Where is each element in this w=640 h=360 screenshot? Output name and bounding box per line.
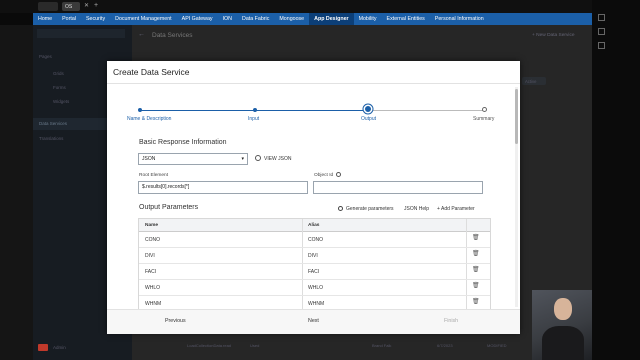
back-arrow-icon[interactable]: ← — [138, 31, 146, 39]
next-button[interactable]: Next — [308, 318, 319, 324]
status-badge: Active — [522, 77, 546, 85]
view-icon[interactable] — [255, 155, 261, 161]
grid-icon[interactable] — [598, 28, 605, 35]
settings-icon[interactable] — [598, 42, 605, 49]
delete-icon[interactable]: 🗑 — [472, 298, 480, 305]
nav-item-mobility[interactable]: Mobility — [354, 13, 382, 25]
table-row[interactable]: DIVI DIVI 🗑 — [139, 247, 490, 264]
info-icon[interactable] — [336, 172, 341, 177]
presenter-face — [554, 298, 572, 320]
object-id-label: Object Id — [314, 173, 334, 178]
nav-item-personal-information[interactable]: Personal Information — [430, 13, 489, 25]
step-dot-name[interactable] — [138, 108, 142, 112]
table-row[interactable]: LoadCollectionData.read Used Brand Falk … — [132, 338, 522, 352]
add-parameter-button[interactable]: + Add Parameter — [437, 206, 475, 212]
create-data-service-dialog: Create Data Service Name & Description I… — [107, 61, 520, 334]
nav-item-ion[interactable]: ION — [218, 13, 237, 25]
output-parameters-title: Output Parameters — [139, 204, 199, 211]
view-json-link[interactable]: VIEW JSON — [264, 156, 292, 162]
delete-icon[interactable]: 🗑 — [472, 234, 480, 241]
delete-icon[interactable]: 🗑 — [472, 266, 480, 273]
stepper-remaining-line — [371, 110, 484, 111]
column-header-alias[interactable]: Alias — [308, 223, 319, 228]
dialog-footer: Previous Next Finish — [107, 309, 520, 334]
presenter-body — [542, 326, 584, 360]
step-dot-output[interactable] — [365, 106, 371, 112]
sidebar-item-label: Widgets — [53, 99, 70, 104]
step-dot-summary[interactable] — [482, 107, 487, 112]
sidebar-item-label: Grids — [53, 71, 64, 76]
table-row[interactable]: WHLO WHLO 🗑 — [139, 279, 490, 296]
step-label-summary[interactable]: Summary — [473, 116, 494, 122]
root-element-label: Root Element — [139, 173, 169, 178]
nav-item-external-entities[interactable]: External Entities — [382, 13, 430, 25]
nav-item-mongoose[interactable]: Mongoose — [274, 13, 309, 25]
nav-item-api-gateway[interactable]: API Gateway — [177, 13, 218, 25]
format-select-value: JSON — [142, 156, 156, 162]
sidebar-item-label: Pages — [39, 54, 52, 59]
right-toolbar — [592, 0, 640, 360]
step-label-output[interactable]: Output — [361, 116, 376, 122]
sidebar-search[interactable] — [37, 29, 125, 38]
table-row[interactable]: FACI FACI 🗑 — [139, 263, 490, 280]
section-basic-title: Basic Response Information — [139, 139, 227, 146]
page-title: Data Services — [152, 32, 193, 39]
column-header-name[interactable]: Name — [145, 223, 158, 228]
table-row[interactable]: CONO CONO 🗑 — [139, 231, 490, 248]
sidebar-item-label: Data Services — [39, 121, 68, 126]
previous-button[interactable]: Previous — [165, 318, 186, 324]
object-id-input[interactable] — [313, 181, 483, 194]
chevron-down-icon: ▾ — [241, 156, 244, 162]
scrollbar-thumb[interactable] — [515, 89, 518, 144]
new-data-service-button[interactable]: + New Data Service — [532, 33, 575, 38]
step-dot-input[interactable] — [253, 108, 257, 112]
nav-item-home[interactable]: Home — [33, 13, 57, 25]
delete-icon[interactable]: 🗑 — [472, 250, 480, 257]
sidebar-item-label: Forms — [53, 85, 66, 90]
search-icon — [338, 206, 343, 211]
delete-icon[interactable]: 🗑 — [472, 282, 480, 289]
browser-tab-label: OS — [65, 3, 73, 10]
nav-item-data-fabric[interactable]: Data Fabric — [237, 13, 274, 25]
generate-parameters-button[interactable]: Generate parameters — [346, 206, 394, 212]
user-avatar[interactable] — [38, 344, 48, 351]
browser-tab-active[interactable]: OS — [62, 2, 80, 11]
sidebar-item-label: Translations — [39, 136, 64, 141]
panel-icon[interactable] — [598, 14, 605, 21]
root-element-input[interactable]: $.results[0].records[*] — [138, 181, 308, 194]
stepper-progress-line — [140, 110, 402, 111]
nav-item-app-designer[interactable]: App Designer — [309, 13, 354, 25]
dialog-scrollbar[interactable] — [515, 87, 518, 307]
finish-button[interactable]: Finish — [444, 318, 458, 324]
webcam-overlay — [532, 290, 592, 360]
nav-item-portal[interactable]: Portal — [57, 13, 81, 25]
json-help-link[interactable]: JSON Help — [404, 206, 429, 212]
step-label-name[interactable]: Name & Description — [127, 116, 171, 122]
close-tab-icon[interactable]: ✕ — [84, 3, 90, 9]
step-label-input[interactable]: Input — [248, 116, 259, 122]
sidebar-footer-label: Admin — [53, 345, 66, 350]
format-select[interactable]: JSON ▾ — [138, 153, 248, 165]
browser-tab[interactable] — [38, 2, 58, 11]
output-parameters-table: Name Alias CONO CONO 🗑 DIVI DIVI 🗑 FACI … — [138, 218, 491, 313]
dialog-header: Create Data Service — [107, 61, 520, 84]
nav-item-document-management[interactable]: Document Management — [110, 13, 177, 25]
dialog-title: Create Data Service — [113, 67, 190, 77]
new-tab-icon[interactable]: + — [94, 2, 100, 9]
browser-top-bar: OS ✕ + — [0, 0, 640, 13]
nav-item-security[interactable]: Security — [81, 13, 110, 25]
top-navigation: Home Portal Security Document Management… — [33, 13, 600, 25]
